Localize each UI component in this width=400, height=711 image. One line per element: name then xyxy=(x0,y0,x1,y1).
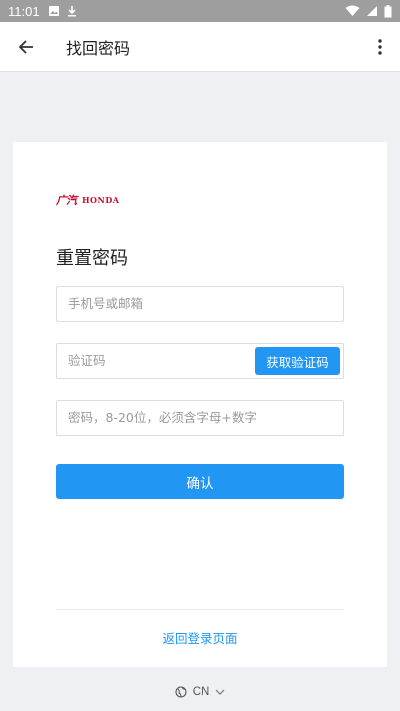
verification-code-input[interactable]: 验证码 获取验证码 xyxy=(56,343,344,379)
more-options-button[interactable] xyxy=(360,22,400,72)
chevron-down-icon xyxy=(215,689,225,695)
page-title: 找回密码 xyxy=(66,38,131,58)
globe-icon xyxy=(175,686,187,698)
password-placeholder: 密码，8-20位，必须含字母+数字 xyxy=(68,410,257,425)
phone-email-placeholder: 手机号或邮箱 xyxy=(68,296,144,311)
get-code-button[interactable]: 获取验证码 xyxy=(255,347,340,375)
verification-code-placeholder: 验证码 xyxy=(68,353,106,368)
image-icon xyxy=(48,6,59,16)
language-selector[interactable]: CN xyxy=(0,686,400,698)
battery-icon xyxy=(384,4,392,17)
confirm-button[interactable]: 确认 xyxy=(56,464,344,499)
brand-logo: 广汽 HONDA xyxy=(56,192,119,208)
app-bar: 找回密码 xyxy=(0,22,400,72)
form-heading: 重置密码 xyxy=(56,248,128,269)
password-input[interactable]: 密码，8-20位，必须含字母+数字 xyxy=(56,400,344,436)
back-to-login-link[interactable]: 返回登录页面 xyxy=(13,628,387,647)
status-bar: 11:01 xyxy=(0,0,400,22)
back-button[interactable] xyxy=(2,22,50,72)
signal-icon xyxy=(367,6,377,16)
language-code: CN xyxy=(192,686,210,698)
status-time: 11:01 xyxy=(8,3,40,19)
divider xyxy=(56,609,344,610)
wifi-icon xyxy=(345,5,360,16)
logo-text-en: HONDA xyxy=(82,195,120,205)
download-icon xyxy=(67,6,76,17)
phone-email-input[interactable]: 手机号或邮箱 xyxy=(56,286,344,322)
logo-text-cn: 广汽 xyxy=(56,194,77,207)
reset-password-card: 广汽 HONDA 重置密码 手机号或邮箱 验证码 获取验证码 密码，8-20位，… xyxy=(13,142,387,667)
arrow-back-icon xyxy=(18,39,33,54)
more-vert-icon xyxy=(378,38,382,55)
